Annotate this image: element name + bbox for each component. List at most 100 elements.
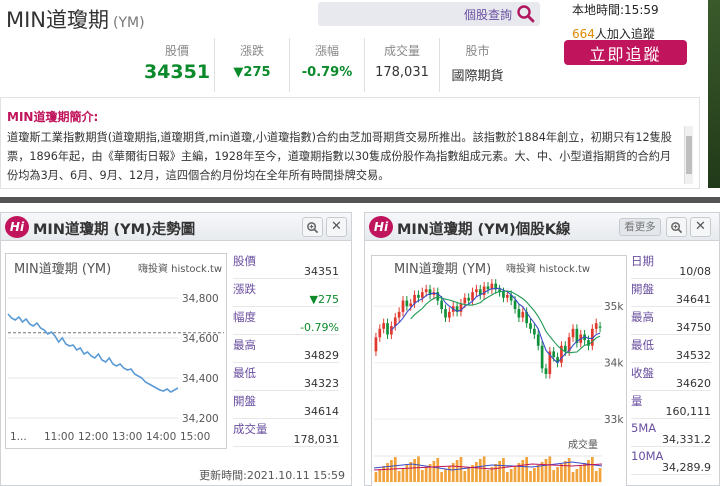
candle-body <box>517 309 521 318</box>
candle-body <box>536 334 540 346</box>
volume-bar <box>374 472 378 482</box>
volume-bar <box>444 469 447 482</box>
kline-chart: MIN道瓊期 (YM) 嗨投資 histock.tw 成交量 35k 34k 33k <box>371 255 627 486</box>
quote-change: 漲跌 ▼275 <box>215 38 290 92</box>
stat-value: 34620 <box>676 377 711 390</box>
candle-body <box>598 326 602 328</box>
candle-body <box>382 323 386 329</box>
instrument-name: MIN道瓊期 <box>6 8 110 32</box>
scrollbar-thumb[interactable] <box>686 136 692 174</box>
volume-bar <box>390 460 393 482</box>
candle-body <box>552 351 556 358</box>
volume-bar <box>467 468 471 482</box>
stat-value: ▼275 <box>309 293 339 306</box>
kstat-ma5: 5MA 34,331.2 <box>631 419 711 447</box>
volume-bar <box>436 458 440 482</box>
zoom-icon[interactable] <box>302 217 323 237</box>
trend-line-chart: 34,800 34,600 34,400 34,200 1... 11:00 12:00 13… <box>7 293 224 443</box>
volume-bar <box>590 457 594 482</box>
candle-body <box>529 323 532 329</box>
quote-label: 成交量 <box>383 44 420 58</box>
stat-value: 34,331.2 <box>662 433 711 446</box>
stat-value: 34351 <box>304 265 339 278</box>
volume-bar <box>579 466 583 482</box>
candle-body <box>397 311 401 318</box>
candle-body <box>378 328 382 338</box>
candle-body <box>505 294 509 298</box>
volume-bar <box>575 469 579 482</box>
stat-change-pct: 幅度 -0.79% <box>233 307 339 335</box>
stat-label: 開盤 <box>233 394 256 408</box>
close-icon[interactable]: ✕ <box>326 217 347 237</box>
y-tick-label: 34,200 <box>182 413 219 425</box>
search-icon[interactable] <box>516 4 536 24</box>
kstat-volume: 量 160,111 <box>631 391 711 419</box>
y-tick-label: 33k <box>604 414 624 426</box>
volume-bar <box>536 465 540 482</box>
intro-scrollbar[interactable] <box>684 126 693 184</box>
volume-bar <box>509 469 513 482</box>
local-time: 本地時間:15:59 <box>572 3 659 17</box>
follow-count-suffix: 人加入追蹤 <box>594 27 655 41</box>
histock-logo: Hi <box>369 216 393 238</box>
candle-body <box>444 309 447 318</box>
instrument-code: (YM) <box>113 15 145 31</box>
price-line <box>7 313 179 393</box>
trend-panel-title: MIN道瓊期 (YM)走勢圖 <box>33 222 196 238</box>
quote-market: 股市 國際期貨 <box>440 38 515 92</box>
section-divider <box>0 197 720 203</box>
volume-bar <box>563 461 567 482</box>
kline-panel: Hi MIN道瓊期 (YM)個股K線 看更多 ✕ MIN道瓊期 (YM) 嗨投資… <box>364 212 720 486</box>
x-tick-label: 12:00 <box>78 431 108 443</box>
volume-bar <box>382 466 386 482</box>
kstat-high: 最高 34750 <box>631 307 711 335</box>
quote-value: ▼275 <box>233 65 271 80</box>
kline-panel-title: MIN道瓊期 (YM)個股K線 <box>397 222 571 238</box>
kline-stats: 日期 10/08 開盤 34641 最高 34750 最低 34532 收盤 34620 … <box>631 251 711 475</box>
follow-button[interactable]: 立即追蹤 <box>564 40 687 65</box>
stat-label: 最高 <box>631 310 654 324</box>
volume-bar <box>448 466 451 482</box>
volume-bar <box>413 459 416 482</box>
volume-bar <box>397 471 401 482</box>
intro-text: 道瓊斯工業指數期貨(道瓊期指,道瓊期貨,min道瓊,小道瓊指數)合約由芝加哥期貨… <box>7 131 672 182</box>
stat-label: 量 <box>631 394 643 408</box>
volume-bar <box>405 465 409 482</box>
volume-bar <box>455 460 459 482</box>
volume-bar <box>393 457 397 482</box>
volume-bar <box>571 472 575 482</box>
volume-bar <box>386 463 389 482</box>
kstat-low: 最低 34532 <box>631 335 711 363</box>
x-tick-label: 11:00 <box>44 431 74 443</box>
quote-price: 股價 34351 <box>140 38 215 92</box>
zoom-icon[interactable] <box>666 217 687 237</box>
volume-bar <box>417 456 420 482</box>
stat-label: 最高 <box>233 338 256 352</box>
quote-label: 股市 <box>465 44 490 58</box>
follow-count-number: 664 <box>572 27 595 41</box>
volume-bar <box>440 472 443 482</box>
more-button[interactable]: 看更多 <box>619 218 661 236</box>
stat-label: 最低 <box>233 366 256 380</box>
candle-body <box>386 323 389 335</box>
volume-bar <box>482 456 486 482</box>
quote-summary: 股價 34351 漲跌 ▼275 漲幅 -0.79% 成交量 178,031 股… <box>140 38 515 92</box>
candle-body <box>463 297 467 304</box>
stock-search-input[interactable]: 個股查詢 <box>318 2 540 26</box>
volume-bar <box>529 471 532 482</box>
kstat-date: 日期 10/08 <box>631 251 711 279</box>
quote-label: 漲跌 <box>239 44 264 58</box>
volume-bar <box>567 458 571 482</box>
stat-value: 34641 <box>676 293 711 306</box>
stat-value: -0.79% <box>300 321 339 334</box>
trend-stats: 股價 34351 漲跌 ▼275 幅度 -0.79% 最高 34829 最低 34323 … <box>233 251 339 447</box>
stat-price: 股價 34351 <box>233 251 339 279</box>
volume-bar <box>513 466 517 482</box>
stat-label: 最低 <box>631 338 654 352</box>
candle-body <box>594 323 598 329</box>
x-tick-label: 1... <box>10 431 27 443</box>
stat-label: 5MA <box>631 421 657 435</box>
search-placeholder: 個股查詢 <box>463 8 512 22</box>
quote-label: 股價 <box>164 44 189 58</box>
close-icon[interactable]: ✕ <box>690 217 711 237</box>
